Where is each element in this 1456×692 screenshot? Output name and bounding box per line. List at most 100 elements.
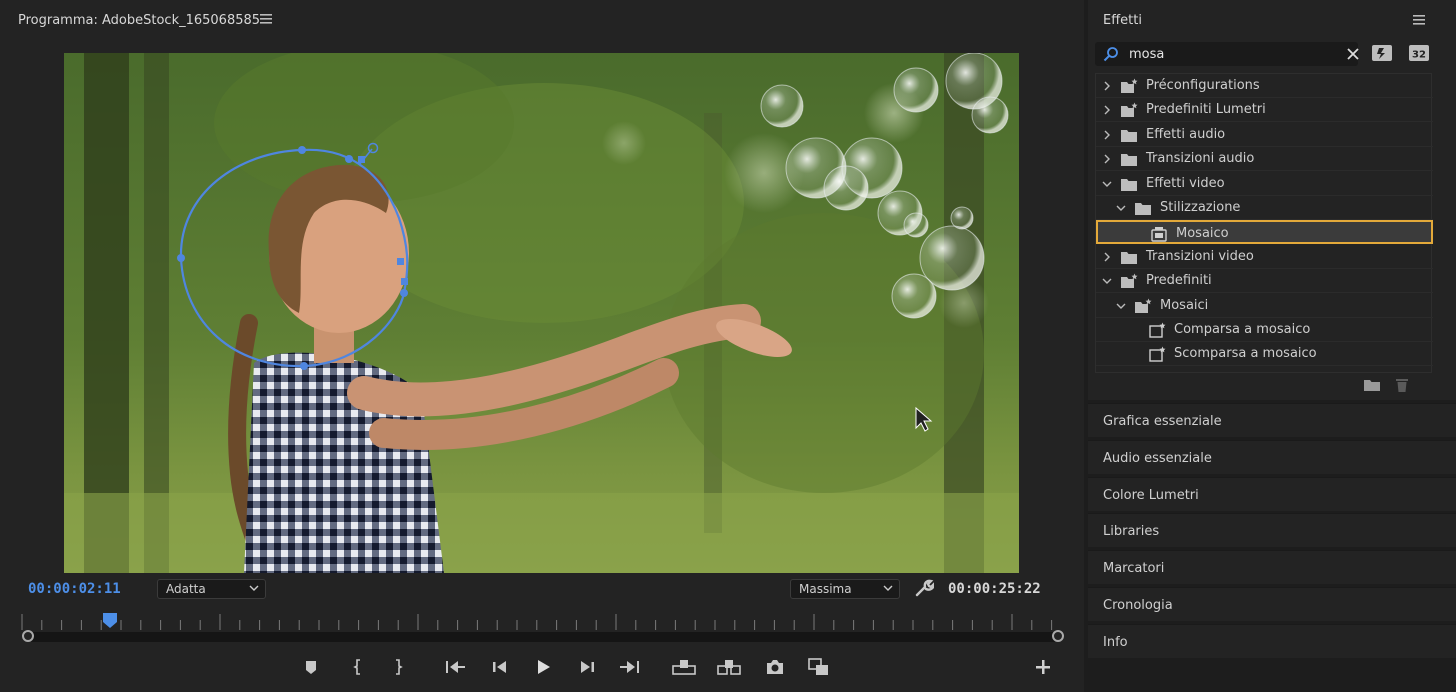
panel-tab-cronologia[interactable]: Cronologia bbox=[1088, 587, 1456, 621]
folder-icon bbox=[1121, 154, 1137, 167]
chevron-down-icon[interactable] bbox=[1116, 301, 1126, 311]
duration-timecode: 00:00:25:22 bbox=[948, 581, 1041, 597]
panel-tab-info[interactable]: Info bbox=[1088, 623, 1456, 658]
monitor-header: Programma: AdobeStock_165068585 bbox=[0, 0, 1084, 42]
panel-menu-icon[interactable] bbox=[260, 12, 272, 26]
accelerated-effects-icon[interactable] bbox=[1371, 44, 1393, 62]
lift-icon bbox=[672, 660, 696, 675]
tree-item-scomparsa-a-mosaico[interactable]: Scomparsa a mosaico bbox=[1096, 342, 1433, 367]
chevron-down-icon[interactable] bbox=[1116, 203, 1126, 213]
chevron-right-icon[interactable] bbox=[1102, 130, 1112, 140]
program-monitor: Programma: AdobeStock_165068585 00:00:02… bbox=[0, 0, 1084, 692]
step-back-icon bbox=[493, 661, 506, 673]
panel-tab-label: Libraries bbox=[1103, 524, 1160, 540]
quality-dropdown-value: Massima bbox=[799, 582, 852, 596]
mark-in-icon bbox=[353, 659, 360, 675]
go-to-out-button[interactable] bbox=[617, 654, 643, 680]
panel-tab-label: Cronologia bbox=[1103, 598, 1173, 613]
folder-icon bbox=[1121, 178, 1137, 191]
preset-icon bbox=[1149, 346, 1166, 363]
preset-folder-icon bbox=[1135, 298, 1152, 313]
tree-item-label: Mosaici bbox=[1160, 297, 1209, 313]
tree-item-preconfigurations[interactable]: Préconfigurations bbox=[1096, 74, 1433, 98]
monitor-title[interactable]: Programma: AdobeStock_165068585 bbox=[18, 13, 260, 28]
chevron-down-icon bbox=[883, 585, 893, 591]
playback-quality-dropdown[interactable]: Massima bbox=[790, 579, 900, 599]
lift-button[interactable] bbox=[671, 654, 697, 680]
panel-tab-label: Info bbox=[1103, 634, 1128, 650]
effects-panel-title[interactable]: Effetti bbox=[1103, 13, 1142, 28]
comparison-view-button[interactable] bbox=[806, 654, 832, 680]
button-editor-plus[interactable] bbox=[1030, 654, 1056, 680]
mark-out-button[interactable] bbox=[385, 654, 411, 680]
zoom-handle-end[interactable] bbox=[1052, 630, 1064, 642]
preset-folder-icon bbox=[1121, 273, 1138, 289]
tree-item-effetti-video[interactable]: Effetti video bbox=[1096, 172, 1433, 196]
playhead[interactable] bbox=[103, 613, 118, 629]
effects-panel: Effetti 32 Préconfigurations Predefiniti … bbox=[1088, 0, 1456, 400]
wrench-icon[interactable] bbox=[914, 578, 934, 598]
time-ruler[interactable] bbox=[20, 612, 1060, 632]
32-bit-effects-icon[interactable]: 32 bbox=[1408, 44, 1430, 62]
fit-dropdown[interactable]: Adatta bbox=[157, 579, 266, 599]
play-button[interactable] bbox=[530, 654, 556, 680]
tree-item-label: Predefiniti bbox=[1146, 273, 1212, 289]
chevron-right-icon[interactable] bbox=[1102, 105, 1112, 115]
panel-tab-audio-essenziale[interactable]: Audio essenziale bbox=[1088, 439, 1456, 474]
export-frame-button[interactable] bbox=[762, 654, 788, 680]
step-back-button[interactable] bbox=[486, 654, 512, 680]
close-icon[interactable] bbox=[1347, 48, 1359, 60]
new-bin-icon[interactable] bbox=[1363, 378, 1381, 392]
tree-item-label: Stilizzazione bbox=[1160, 200, 1241, 215]
tree-item-label: Effetti audio bbox=[1146, 126, 1226, 142]
tree-item-predefiniti-lumetri[interactable]: Predefiniti Lumetri bbox=[1096, 98, 1433, 123]
step-forward-button[interactable] bbox=[575, 654, 601, 680]
panel-tab-libraries[interactable]: Libraries bbox=[1088, 513, 1456, 548]
tree-item-label: Comparsa a mosaico bbox=[1174, 322, 1311, 337]
effects-tree: Préconfigurations Predefiniti Lumetri Effe… bbox=[1095, 73, 1433, 373]
mark-out-icon bbox=[396, 659, 403, 675]
video-viewer[interactable] bbox=[64, 53, 1019, 573]
panel-menu-icon[interactable] bbox=[1413, 14, 1425, 26]
add-marker-button[interactable] bbox=[298, 654, 324, 680]
chevron-right-icon[interactable] bbox=[1102, 252, 1112, 262]
tree-item-label: Predefiniti Lumetri bbox=[1146, 102, 1266, 118]
chevron-right-icon[interactable] bbox=[1102, 81, 1112, 91]
current-timecode[interactable]: 00:00:02:11 bbox=[28, 581, 121, 597]
tree-item-mosaico[interactable]: Mosaico bbox=[1096, 220, 1433, 245]
folder-icon bbox=[1121, 129, 1137, 142]
tree-item-transizioni-video[interactable]: Transizioni video bbox=[1096, 245, 1433, 269]
effects-search-input[interactable] bbox=[1129, 45, 1329, 63]
chevron-right-icon[interactable] bbox=[1102, 154, 1112, 164]
mark-in-button[interactable] bbox=[345, 654, 371, 680]
panel-tab-grafica-essenziale[interactable]: Grafica essenziale bbox=[1088, 403, 1456, 437]
folder-icon bbox=[1121, 251, 1137, 264]
right-panel-stack: Effetti 32 Préconfigurations Predefiniti … bbox=[1088, 0, 1456, 692]
go-to-in-icon bbox=[446, 661, 465, 673]
go-to-out-icon bbox=[620, 661, 639, 673]
go-to-in-button[interactable] bbox=[442, 654, 468, 680]
panel-tab-marcatori[interactable]: Marcatori bbox=[1088, 550, 1456, 585]
camera-icon bbox=[767, 660, 783, 674]
plus-icon bbox=[1036, 660, 1050, 674]
tree-item-mosaici[interactable]: Mosaici bbox=[1096, 294, 1433, 318]
extract-icon bbox=[717, 660, 741, 675]
tree-item-effetti-audio[interactable]: Effetti audio bbox=[1096, 123, 1433, 147]
tree-item-stilizzazione[interactable]: Stilizzazione bbox=[1096, 196, 1433, 220]
tree-item-label: Préconfigurations bbox=[1146, 78, 1260, 93]
chevron-down-icon[interactable] bbox=[1102, 276, 1112, 286]
zoom-handle-start[interactable] bbox=[22, 630, 34, 642]
zoom-scroll-bar[interactable] bbox=[28, 632, 1058, 642]
folder-icon bbox=[1135, 203, 1151, 215]
tree-item-predefiniti[interactable]: Predefiniti bbox=[1096, 269, 1433, 294]
tree-item-comparsa-a-mosaico[interactable]: Comparsa a mosaico bbox=[1096, 318, 1433, 342]
tree-item-label: Effetti video bbox=[1146, 175, 1225, 191]
extract-button[interactable] bbox=[716, 654, 742, 680]
trash-icon[interactable] bbox=[1395, 377, 1409, 393]
chevron-down-icon bbox=[249, 585, 259, 591]
preset-folder-icon bbox=[1121, 78, 1138, 93]
tree-item-transizioni-audio[interactable]: Transizioni audio bbox=[1096, 147, 1433, 172]
panel-tab-colore-lumetri[interactable]: Colore Lumetri bbox=[1088, 476, 1456, 511]
panel-tab-label: Marcatori bbox=[1103, 561, 1165, 577]
chevron-down-icon[interactable] bbox=[1102, 179, 1112, 189]
